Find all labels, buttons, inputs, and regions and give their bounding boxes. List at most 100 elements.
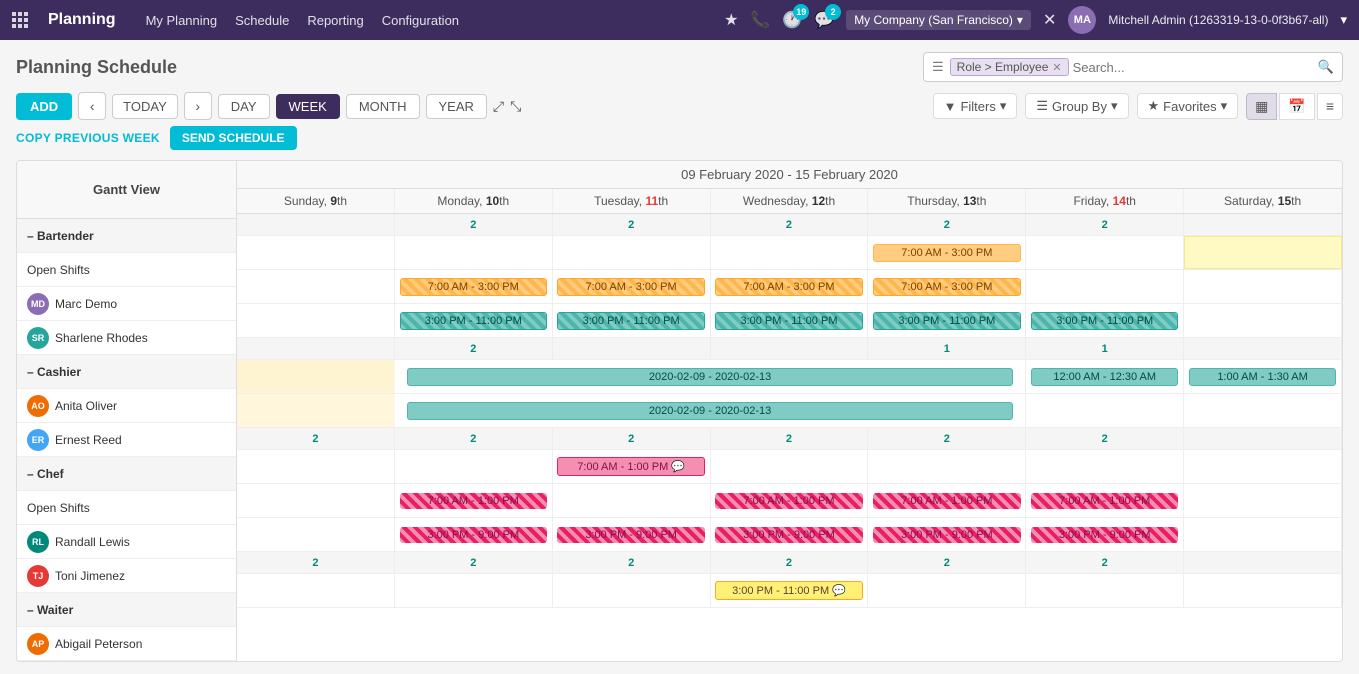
add-button[interactable]: ADD (16, 93, 72, 120)
cell-anita-fri[interactable]: 12:00 AM - 12:30 AM (1026, 360, 1184, 393)
user-dropdown-icon[interactable]: ▾ (1340, 12, 1347, 28)
phone-icon[interactable]: 📞 (750, 10, 770, 30)
shift-block-marc-thu[interactable]: 7:00 AM - 3:00 PM (873, 278, 1020, 296)
grid-view-button[interactable]: ▦ (1246, 93, 1277, 120)
cell-randall-wed[interactable]: 7:00 AM - 1:00 PM (711, 484, 869, 517)
shift-block-sharlene-thu[interactable]: 3:00 PM - 11:00 PM (873, 312, 1020, 330)
shift-toni-wed[interactable]: 3:00 PM - 9:00 PM (715, 527, 862, 543)
shift-block-sharlene-mon[interactable]: 3:00 PM - 11:00 PM (400, 312, 547, 330)
group-header-bartender[interactable]: – Bartender (17, 219, 236, 253)
cell-toni-fri[interactable]: 3:00 PM - 9:00 PM (1026, 518, 1184, 551)
shift-block-marc-wed[interactable]: 7:00 AM - 3:00 PM (715, 278, 862, 296)
cell-randall-thu[interactable]: 7:00 AM - 1:00 PM (868, 484, 1026, 517)
nav-configuration[interactable]: Configuration (382, 13, 459, 28)
cell-marc-thu[interactable]: 7:00 AM - 3:00 PM (868, 270, 1026, 303)
shift-anita-fri[interactable]: 12:00 AM - 12:30 AM (1031, 368, 1178, 386)
row-toni-jimenez[interactable]: TJ Toni Jimenez (17, 559, 236, 593)
clock-icon[interactable]: 🕐 19 (782, 10, 802, 30)
filters-button[interactable]: ▼ Filters ▾ (933, 93, 1018, 119)
shift-randall-mon[interactable]: 7:00 AM - 1:00 PM (400, 493, 547, 509)
search-input[interactable] (1073, 60, 1314, 75)
search-magnifier-icon[interactable]: 🔍 (1318, 59, 1334, 75)
shift-toni-mon[interactable]: 3:00 PM - 9:00 PM (400, 527, 547, 543)
row-sharlene-rhodes[interactable]: SR Sharlene Rhodes (17, 321, 236, 355)
collapse-icon[interactable]: ⤡ (510, 98, 521, 115)
nav-schedule[interactable]: Schedule (235, 13, 289, 28)
nav-my-planning[interactable]: My Planning (146, 13, 218, 28)
user-name[interactable]: Mitchell Admin (1263319-13-0-0f3b67-all) (1108, 13, 1328, 27)
cell-randall-mon[interactable]: 7:00 AM - 1:00 PM (395, 484, 553, 517)
close-icon[interactable]: ✕ (1043, 10, 1056, 30)
shift-block-marc-mon[interactable]: 7:00 AM - 3:00 PM (400, 278, 547, 296)
shift-block-marc-tue[interactable]: 7:00 AM - 3:00 PM (557, 278, 704, 296)
cell-open-bartender-thu[interactable]: 7:00 AM - 3:00 PM (868, 236, 1026, 269)
cell-chef-open-tue[interactable]: 7:00 AM - 1:00 PM 💬 (553, 450, 711, 483)
shift-randall-fri[interactable]: 7:00 AM - 1:00 PM (1031, 493, 1178, 509)
calendar-view-button[interactable]: 📅 (1279, 93, 1314, 120)
prev-button[interactable]: ‹ (78, 92, 106, 120)
cell-toni-thu[interactable]: 3:00 PM - 9:00 PM (868, 518, 1026, 551)
star-icon[interactable]: ★ (724, 10, 738, 30)
cell-marc-wed[interactable]: 7:00 AM - 3:00 PM (711, 270, 869, 303)
cell-ernest-span[interactable]: 2020-02-09 - 2020-02-13 (395, 394, 1026, 427)
search-tag-role[interactable]: Role > Employee ✕ (950, 58, 1069, 76)
cell-marc-tue[interactable]: 7:00 AM - 3:00 PM (553, 270, 711, 303)
company-selector[interactable]: My Company (San Francisco) ▾ (846, 10, 1031, 30)
shift-randall-thu[interactable]: 7:00 AM - 1:00 PM (873, 493, 1020, 509)
cashier-count-fri: 1 (1026, 338, 1184, 360)
shift-span-anita[interactable]: 2020-02-09 - 2020-02-13 (407, 368, 1012, 386)
shift-block-sharlene-tue[interactable]: 3:00 PM - 11:00 PM (557, 312, 704, 330)
cell-marc-mon[interactable]: 7:00 AM - 3:00 PM (395, 270, 553, 303)
shift-block[interactable]: 7:00 AM - 3:00 PM (873, 244, 1020, 262)
search-tag-close[interactable]: ✕ (1052, 61, 1061, 74)
day-header-tue: Tuesday, 11th (553, 189, 711, 213)
shift-toni-thu[interactable]: 3:00 PM - 9:00 PM (873, 527, 1020, 543)
app-grid-icon[interactable] (12, 12, 28, 28)
groupby-button[interactable]: ☰ Group By ▾ (1025, 93, 1128, 119)
cell-randall-sun (237, 484, 395, 517)
shift-toni-tue[interactable]: 3:00 PM - 9:00 PM (557, 527, 704, 543)
day-view-button[interactable]: DAY (218, 94, 270, 119)
cell-sharlene-thu[interactable]: 3:00 PM - 11:00 PM (868, 304, 1026, 337)
cell-sharlene-tue[interactable]: 3:00 PM - 11:00 PM (553, 304, 711, 337)
row-abigail-peterson[interactable]: AP Abigail Peterson (17, 627, 236, 661)
shift-abigail-wed[interactable]: 3:00 PM - 11:00 PM 💬 (715, 581, 862, 600)
week-view-button[interactable]: WEEK (276, 94, 340, 119)
expand-icon[interactable]: ⤢ (493, 98, 504, 115)
shift-randall-wed[interactable]: 7:00 AM - 1:00 PM (715, 493, 862, 509)
cell-anita-sat[interactable]: 1:00 AM - 1:30 AM (1184, 360, 1342, 393)
month-view-button[interactable]: MONTH (346, 94, 420, 119)
cell-toni-tue[interactable]: 3:00 PM - 9:00 PM (553, 518, 711, 551)
cell-anita-span[interactable]: 2020-02-09 - 2020-02-13 (395, 360, 1026, 393)
shift-span-ernest[interactable]: 2020-02-09 - 2020-02-13 (407, 402, 1012, 420)
cell-toni-wed[interactable]: 3:00 PM - 9:00 PM (711, 518, 869, 551)
send-schedule-button[interactable]: SEND SCHEDULE (170, 126, 297, 150)
favorites-button[interactable]: ★ Favorites ▾ (1137, 93, 1239, 119)
next-button[interactable]: › (184, 92, 212, 120)
today-button[interactable]: TODAY (112, 94, 178, 119)
cell-abigail-wed[interactable]: 3:00 PM - 11:00 PM 💬 (711, 574, 869, 607)
nav-reporting[interactable]: Reporting (307, 13, 363, 28)
shift-block-sharlene-fri[interactable]: 3:00 PM - 11:00 PM (1031, 312, 1178, 330)
shift-anita-sat[interactable]: 1:00 AM - 1:30 AM (1189, 368, 1336, 386)
row-anita-oliver[interactable]: AO Anita Oliver (17, 389, 236, 423)
cell-sharlene-fri[interactable]: 3:00 PM - 11:00 PM (1026, 304, 1184, 337)
cell-sharlene-mon[interactable]: 3:00 PM - 11:00 PM (395, 304, 553, 337)
group-header-cashier[interactable]: – Cashier (17, 355, 236, 389)
shift-toni-fri[interactable]: 3:00 PM - 9:00 PM (1031, 527, 1178, 543)
group-header-waiter[interactable]: – Waiter (17, 593, 236, 627)
row-marc-demo[interactable]: MD Marc Demo (17, 287, 236, 321)
copy-previous-week-button[interactable]: COPY PREVIOUS WEEK (16, 131, 160, 145)
row-randall-lewis[interactable]: RL Randall Lewis (17, 525, 236, 559)
cell-toni-mon[interactable]: 3:00 PM - 9:00 PM (395, 518, 553, 551)
shift-chef-open-tue[interactable]: 7:00 AM - 1:00 PM 💬 (557, 457, 704, 476)
user-avatar[interactable]: MA (1068, 6, 1096, 34)
cell-randall-fri[interactable]: 7:00 AM - 1:00 PM (1026, 484, 1184, 517)
group-header-chef[interactable]: – Chef (17, 457, 236, 491)
chat-icon[interactable]: 💬 2 (814, 10, 834, 30)
shift-block-sharlene-wed[interactable]: 3:00 PM - 11:00 PM (715, 312, 862, 330)
row-ernest-reed[interactable]: ER Ernest Reed (17, 423, 236, 457)
cell-sharlene-wed[interactable]: 3:00 PM - 11:00 PM (711, 304, 869, 337)
list-view-button[interactable]: ≡ (1317, 93, 1343, 120)
year-view-button[interactable]: YEAR (426, 94, 487, 119)
